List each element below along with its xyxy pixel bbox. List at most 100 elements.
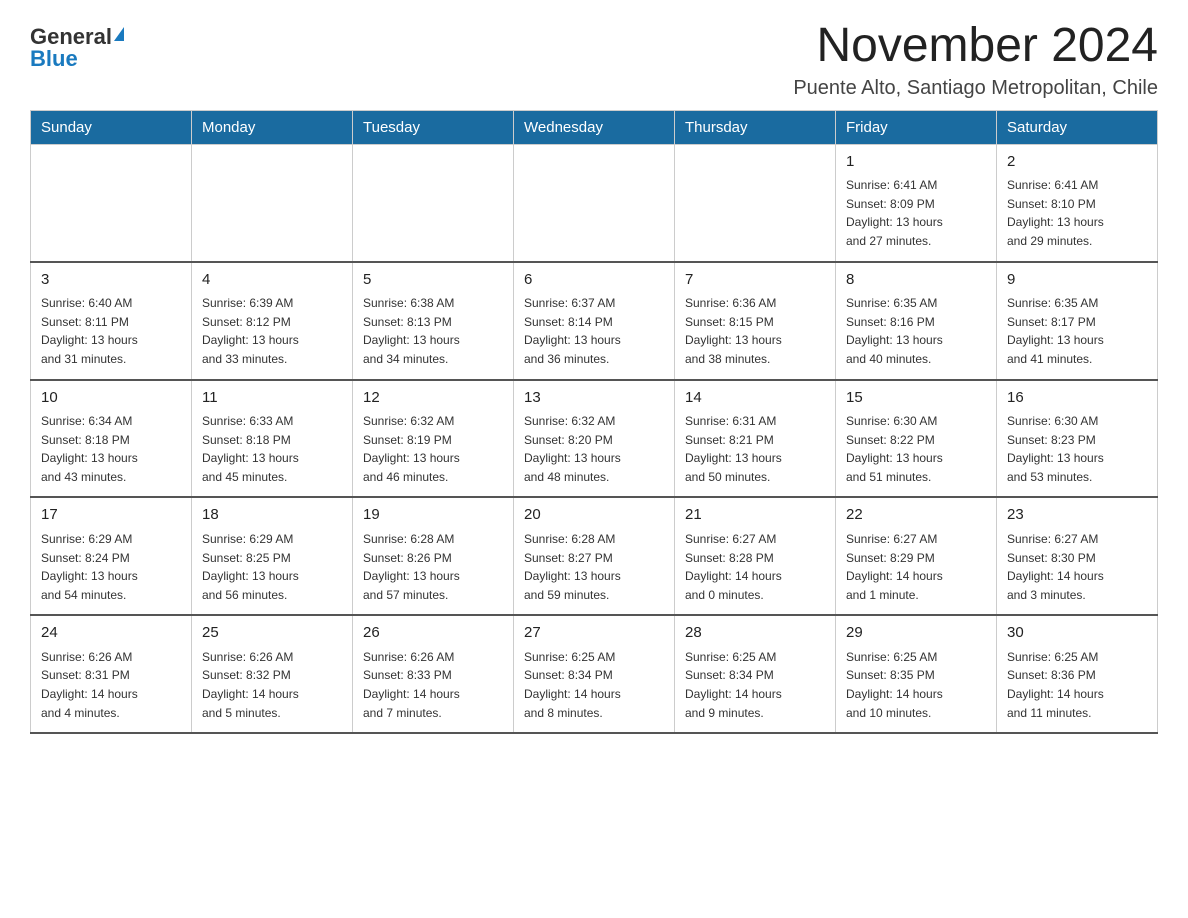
page-header: General Blue November 2024 Puente Alto, … <box>30 20 1158 100</box>
calendar-cell: 18 Sunrise: 6:29 AMSunset: 8:25 PMDayligh… <box>192 497 353 615</box>
day-info: Sunrise: 6:37 AMSunset: 8:14 PMDaylight:… <box>524 294 664 368</box>
calendar-cell: 17Sunrise: 6:29 AMSunset: 8:24 PMDayligh… <box>31 497 192 615</box>
day-number: 8 <box>846 269 986 292</box>
day-info: Sunrise: 6:26 AMSunset: 8:31 PMDaylight:… <box>41 648 181 722</box>
day-info: Sunrise: 6:29 AMSunset: 8:24 PMDaylight:… <box>41 530 181 604</box>
calendar-week-1: 1Sunrise: 6:41 AMSunset: 8:09 PMDaylight… <box>31 144 1158 261</box>
day-info: Sunrise: 6:28 AMSunset: 8:26 PMDaylight:… <box>363 530 503 604</box>
day-number: 25 <box>202 622 342 645</box>
day-info: Sunrise: 6:33 AMSunset: 8:18 PMDaylight:… <box>202 412 342 486</box>
day-info: Sunrise: 6:39 AMSunset: 8:12 PMDaylight:… <box>202 294 342 368</box>
weekday-header-friday: Friday <box>836 110 997 144</box>
calendar-cell: 23 Sunrise: 6:27 AMSunset: 8:30 PMDayligh… <box>997 497 1158 615</box>
day-info: Sunrise: 6:35 AMSunset: 8:17 PMDaylight:… <box>1007 294 1147 368</box>
day-info: Sunrise: 6:28 AMSunset: 8:27 PMDaylight:… <box>524 530 664 604</box>
calendar-cell: 2Sunrise: 6:41 AMSunset: 8:10 PMDaylight… <box>997 144 1158 261</box>
calendar-cell: 22 Sunrise: 6:27 AMSunset: 8:29 PMDayligh… <box>836 497 997 615</box>
logo: General Blue <box>30 26 124 70</box>
day-info: Sunrise: 6:36 AMSunset: 8:15 PMDaylight:… <box>685 294 825 368</box>
day-number: 24 <box>41 622 181 645</box>
calendar-cell: 24 Sunrise: 6:26 AMSunset: 8:31 PMDayligh… <box>31 615 192 733</box>
day-number: 23 <box>1007 504 1147 527</box>
calendar-cell: 28 Sunrise: 6:25 AMSunset: 8:34 PMDayligh… <box>675 615 836 733</box>
weekday-header-saturday: Saturday <box>997 110 1158 144</box>
location-subtitle: Puente Alto, Santiago Metropolitan, Chil… <box>793 77 1158 100</box>
calendar-cell: 11Sunrise: 6:33 AMSunset: 8:18 PMDayligh… <box>192 380 353 498</box>
weekday-header-thursday: Thursday <box>675 110 836 144</box>
day-number: 30 <box>1007 622 1147 645</box>
calendar-cell: 20 Sunrise: 6:28 AMSunset: 8:27 PMDayligh… <box>514 497 675 615</box>
weekday-header-monday: Monday <box>192 110 353 144</box>
day-info: Sunrise: 6:27 AMSunset: 8:30 PMDaylight:… <box>1007 530 1147 604</box>
day-number: 12 <box>363 387 503 410</box>
day-info: Sunrise: 6:38 AMSunset: 8:13 PMDaylight:… <box>363 294 503 368</box>
calendar-cell: 14Sunrise: 6:31 AMSunset: 8:21 PMDayligh… <box>675 380 836 498</box>
day-number: 21 <box>685 504 825 527</box>
day-number: 11 <box>202 387 342 410</box>
day-number: 22 <box>846 504 986 527</box>
calendar-cell <box>514 144 675 261</box>
day-number: 28 <box>685 622 825 645</box>
day-info: Sunrise: 6:30 AMSunset: 8:23 PMDaylight:… <box>1007 412 1147 486</box>
calendar-cell <box>31 144 192 261</box>
calendar-cell: 12Sunrise: 6:32 AMSunset: 8:19 PMDayligh… <box>353 380 514 498</box>
day-info: Sunrise: 6:32 AMSunset: 8:19 PMDaylight:… <box>363 412 503 486</box>
day-number: 26 <box>363 622 503 645</box>
day-info: Sunrise: 6:35 AMSunset: 8:16 PMDaylight:… <box>846 294 986 368</box>
day-info: Sunrise: 6:25 AMSunset: 8:34 PMDaylight:… <box>685 648 825 722</box>
calendar-header: SundayMondayTuesdayWednesdayThursdayFrid… <box>31 110 1158 144</box>
day-number: 18 <box>202 504 342 527</box>
day-number: 15 <box>846 387 986 410</box>
calendar-cell: 19Sunrise: 6:28 AMSunset: 8:26 PMDayligh… <box>353 497 514 615</box>
calendar-week-3: 10Sunrise: 6:34 AMSunset: 8:18 PMDayligh… <box>31 380 1158 498</box>
day-number: 14 <box>685 387 825 410</box>
calendar-week-2: 3Sunrise: 6:40 AMSunset: 8:11 PMDaylight… <box>31 262 1158 380</box>
calendar-cell: 26 Sunrise: 6:26 AMSunset: 8:33 PMDayligh… <box>353 615 514 733</box>
day-info: Sunrise: 6:25 AMSunset: 8:35 PMDaylight:… <box>846 648 986 722</box>
title-block: November 2024 Puente Alto, Santiago Metr… <box>793 20 1158 100</box>
day-info: Sunrise: 6:41 AMSunset: 8:10 PMDaylight:… <box>1007 176 1147 250</box>
calendar-cell: 25 Sunrise: 6:26 AMSunset: 8:32 PMDayligh… <box>192 615 353 733</box>
day-info: Sunrise: 6:30 AMSunset: 8:22 PMDaylight:… <box>846 412 986 486</box>
day-info: Sunrise: 6:27 AMSunset: 8:29 PMDaylight:… <box>846 530 986 604</box>
weekday-header-row: SundayMondayTuesdayWednesdayThursdayFrid… <box>31 110 1158 144</box>
weekday-header-sunday: Sunday <box>31 110 192 144</box>
day-info: Sunrise: 6:41 AMSunset: 8:09 PMDaylight:… <box>846 176 986 250</box>
logo-triangle-icon <box>114 27 124 41</box>
day-number: 2 <box>1007 151 1147 174</box>
calendar-cell: 6Sunrise: 6:37 AMSunset: 8:14 PMDaylight… <box>514 262 675 380</box>
calendar-cell: 27Sunrise: 6:25 AMSunset: 8:34 PMDayligh… <box>514 615 675 733</box>
calendar-cell: 21Sunrise: 6:27 AMSunset: 8:28 PMDayligh… <box>675 497 836 615</box>
day-number: 13 <box>524 387 664 410</box>
day-number: 3 <box>41 269 181 292</box>
calendar-cell: 8Sunrise: 6:35 AMSunset: 8:16 PMDaylight… <box>836 262 997 380</box>
calendar-table: SundayMondayTuesdayWednesdayThursdayFrid… <box>30 110 1158 734</box>
day-number: 20 <box>524 504 664 527</box>
day-info: Sunrise: 6:29 AMSunset: 8:25 PMDaylight:… <box>202 530 342 604</box>
day-info: Sunrise: 6:25 AMSunset: 8:36 PMDaylight:… <box>1007 648 1147 722</box>
day-info: Sunrise: 6:26 AMSunset: 8:33 PMDaylight:… <box>363 648 503 722</box>
calendar-body: 1Sunrise: 6:41 AMSunset: 8:09 PMDaylight… <box>31 144 1158 733</box>
day-number: 4 <box>202 269 342 292</box>
day-number: 10 <box>41 387 181 410</box>
calendar-cell: 3Sunrise: 6:40 AMSunset: 8:11 PMDaylight… <box>31 262 192 380</box>
day-info: Sunrise: 6:32 AMSunset: 8:20 PMDaylight:… <box>524 412 664 486</box>
calendar-cell: 9Sunrise: 6:35 AMSunset: 8:17 PMDaylight… <box>997 262 1158 380</box>
day-number: 27 <box>524 622 664 645</box>
day-info: Sunrise: 6:31 AMSunset: 8:21 PMDaylight:… <box>685 412 825 486</box>
calendar-cell <box>353 144 514 261</box>
calendar-week-5: 24 Sunrise: 6:26 AMSunset: 8:31 PMDayligh… <box>31 615 1158 733</box>
logo-general-text: General <box>30 26 112 48</box>
day-info: Sunrise: 6:34 AMSunset: 8:18 PMDaylight:… <box>41 412 181 486</box>
calendar-cell: 13Sunrise: 6:32 AMSunset: 8:20 PMDayligh… <box>514 380 675 498</box>
weekday-header-wednesday: Wednesday <box>514 110 675 144</box>
weekday-header-tuesday: Tuesday <box>353 110 514 144</box>
day-info: Sunrise: 6:26 AMSunset: 8:32 PMDaylight:… <box>202 648 342 722</box>
day-number: 6 <box>524 269 664 292</box>
logo-blue-text: Blue <box>30 48 78 70</box>
day-info: Sunrise: 6:40 AMSunset: 8:11 PMDaylight:… <box>41 294 181 368</box>
calendar-cell <box>675 144 836 261</box>
day-number: 29 <box>846 622 986 645</box>
day-number: 9 <box>1007 269 1147 292</box>
calendar-cell: 5Sunrise: 6:38 AMSunset: 8:13 PMDaylight… <box>353 262 514 380</box>
